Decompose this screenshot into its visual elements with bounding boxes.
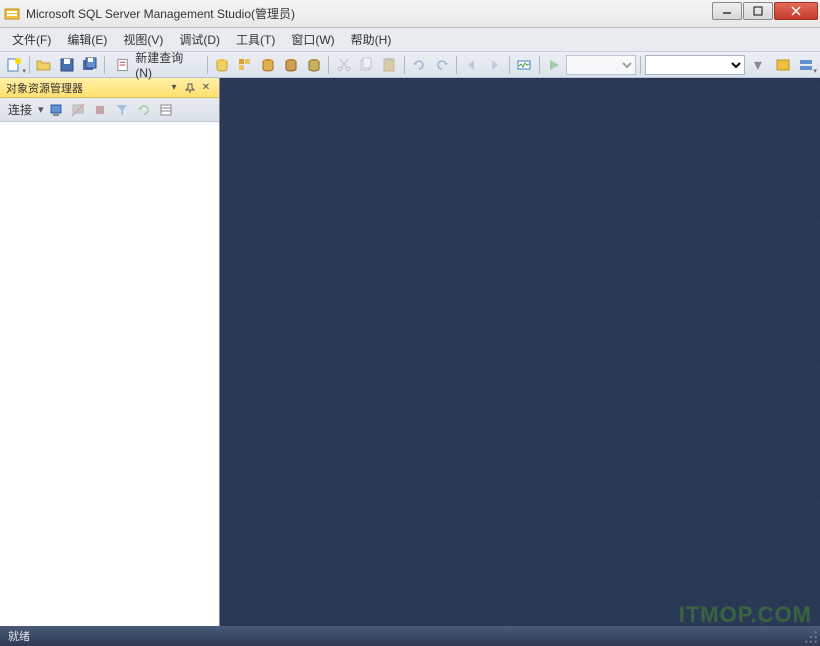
save-all-button[interactable]	[79, 54, 100, 76]
object-explorer-panel: 对象资源管理器 ▾ ✕ 连接 ▾	[0, 78, 220, 626]
undo-button	[409, 54, 430, 76]
menu-window[interactable]: 窗口(W)	[283, 28, 342, 51]
toolbar-separator	[404, 56, 405, 74]
menu-tools[interactable]: 工具(T)	[228, 28, 283, 51]
panel-close-icon[interactable]: ✕	[199, 81, 213, 95]
app-icon	[4, 6, 20, 22]
copy-button	[356, 54, 377, 76]
cut-button	[333, 54, 354, 76]
connect-object-explorer-button[interactable]	[46, 100, 66, 120]
find-combo[interactable]	[645, 55, 745, 75]
resize-grip-icon[interactable]	[804, 630, 818, 644]
menu-help[interactable]: 帮助(H)	[343, 28, 400, 51]
navigate-back-button	[461, 54, 482, 76]
database-engine-query-button[interactable]	[212, 54, 233, 76]
main-area: 对象资源管理器 ▾ ✕ 连接 ▾	[0, 78, 820, 626]
status-text: 就绪	[8, 628, 30, 644]
menu-debug[interactable]: 调试(D)	[171, 28, 228, 51]
toolbar-separator	[328, 56, 329, 74]
main-toolbar: 新建查询(N) ▾	[0, 52, 820, 78]
filter-button	[112, 100, 132, 120]
new-query-label: 新建查询(N)	[135, 49, 196, 80]
disconnect-button	[68, 100, 88, 120]
toolbar-separator	[640, 56, 641, 74]
mdx-query-button[interactable]	[258, 54, 279, 76]
maximize-button[interactable]	[743, 2, 773, 20]
window-controls	[712, 2, 818, 20]
toolbar-separator	[207, 56, 208, 74]
panel-dropdown-icon[interactable]: ▾	[167, 81, 181, 95]
menu-file[interactable]: 文件(F)	[4, 28, 59, 51]
object-explorer-toolbar: 连接 ▾	[0, 98, 219, 122]
save-button[interactable]	[57, 54, 78, 76]
xmla-query-button[interactable]	[303, 54, 324, 76]
navigate-forward-button	[484, 54, 505, 76]
toolbar-separator	[104, 56, 105, 74]
toolbar-separator	[509, 56, 510, 74]
document-area	[220, 78, 820, 626]
minimize-button[interactable]	[712, 2, 742, 20]
dmx-query-button[interactable]	[281, 54, 302, 76]
execute-button	[544, 54, 565, 76]
menu-bar: 文件(F) 编辑(E) 视图(V) 调试(D) 工具(T) 窗口(W) 帮助(H…	[0, 28, 820, 52]
analysis-services-query-button[interactable]	[235, 54, 256, 76]
object-explorer-header: 对象资源管理器 ▾ ✕	[0, 78, 219, 98]
object-explorer-title: 对象资源管理器	[6, 80, 165, 96]
menu-view[interactable]: 视图(V)	[115, 28, 171, 51]
options-button[interactable]	[795, 54, 816, 76]
close-button[interactable]	[774, 2, 818, 20]
window-title: Microsoft SQL Server Management Studio(管…	[26, 5, 295, 22]
activity-monitor-button[interactable]	[514, 54, 535, 76]
connect-label[interactable]: 连接	[4, 101, 36, 118]
find-next-button: ▾	[747, 54, 768, 76]
status-bar: 就绪	[0, 626, 820, 646]
stop-button	[90, 100, 110, 120]
redo-button	[431, 54, 452, 76]
toolbar-separator	[456, 56, 457, 74]
toolbar-separator	[539, 56, 540, 74]
toolbar-separator	[29, 56, 30, 74]
registered-servers-button[interactable]	[772, 54, 793, 76]
new-query-button[interactable]: 新建查询(N)	[109, 54, 203, 76]
pin-icon[interactable]	[183, 81, 197, 95]
object-explorer-tree[interactable]	[0, 122, 219, 626]
title-bar: Microsoft SQL Server Management Studio(管…	[0, 0, 820, 28]
refresh-button	[134, 100, 154, 120]
object-explorer-details-button[interactable]	[156, 100, 176, 120]
open-button[interactable]	[34, 54, 55, 76]
database-combo[interactable]	[566, 55, 636, 75]
paste-button	[379, 54, 400, 76]
new-project-button[interactable]	[4, 54, 25, 76]
menu-edit[interactable]: 编辑(E)	[59, 28, 115, 51]
